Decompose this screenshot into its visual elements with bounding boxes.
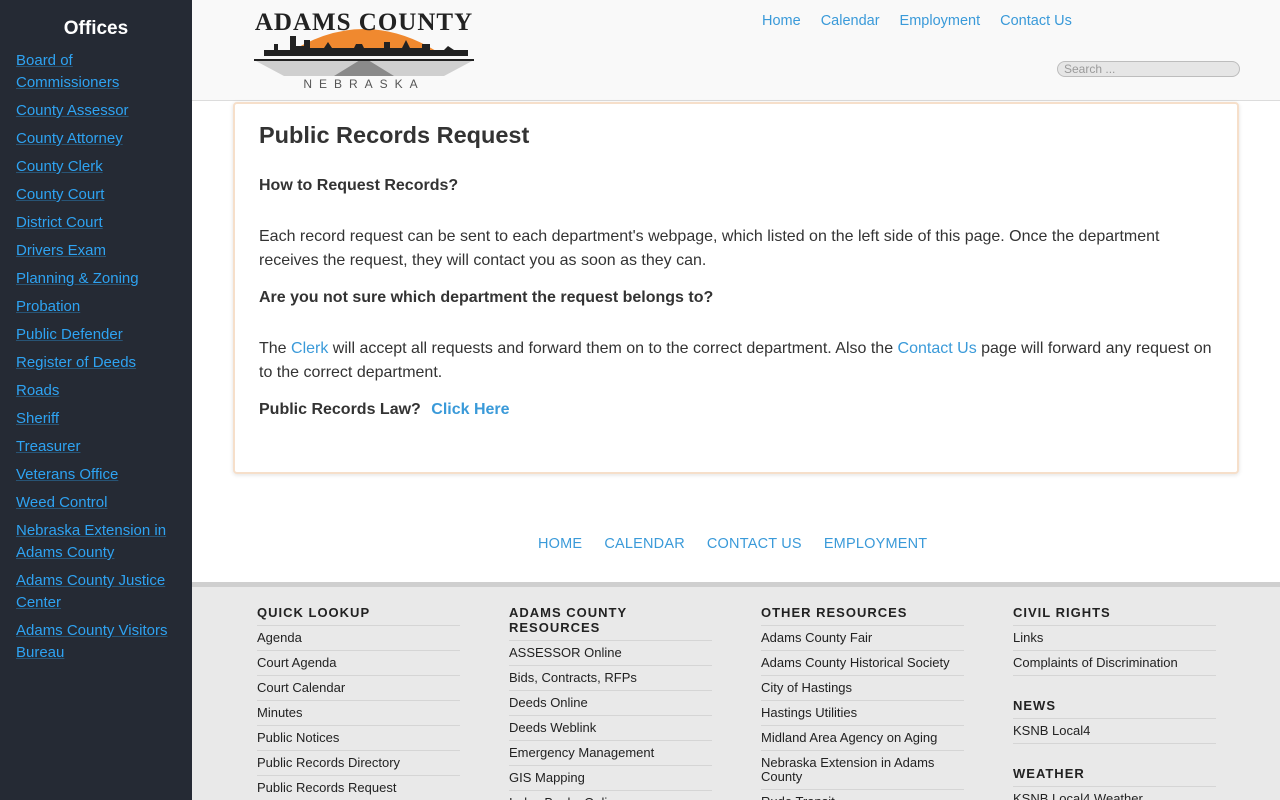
footer-link[interactable]: Public Records Request (257, 776, 460, 800)
law-label: Public Records Law? (259, 401, 421, 418)
footer-link[interactable]: Public Notices (257, 726, 460, 751)
footer-link[interactable]: Nebraska Extension in Adams County (761, 751, 964, 790)
footer-link[interactable]: City of Hastings (761, 676, 964, 701)
sidebar-item-county-court[interactable]: County Court (16, 184, 178, 206)
bottom-nav-employment[interactable]: EMPLOYMENT (824, 536, 928, 552)
footer-link[interactable]: Deeds Online (509, 691, 712, 716)
footer-link[interactable]: KSNB Local4 (1013, 719, 1216, 744)
bottom-nav: HOME CALENDAR CONTACT US EMPLOYMENT (538, 536, 949, 552)
footer-link[interactable]: Links (1013, 626, 1216, 651)
content-card: Public Records Request How to Request Re… (233, 102, 1239, 474)
footer-other-resources: OTHER RESOURCES Adams County Fair Adams … (761, 605, 964, 800)
footer-link[interactable]: Minutes (257, 701, 460, 726)
footer-link[interactable]: Court Agenda (257, 651, 460, 676)
site-footer: QUICK LOOKUP Agenda Court Agenda Court C… (192, 582, 1280, 800)
sidebar-item-veterans-office[interactable]: Veterans Office (16, 464, 178, 486)
page-title: Public Records Request (259, 122, 530, 148)
sidebar-item-county-clerk[interactable]: County Clerk (16, 156, 178, 178)
bottom-nav-calendar[interactable]: CALENDAR (604, 536, 685, 552)
click-here-link[interactable]: Click Here (431, 401, 509, 418)
footer-heading-news: NEWS (1013, 698, 1216, 719)
nav-calendar[interactable]: Calendar (821, 13, 880, 29)
text-segment: will accept all requests and forward the… (328, 340, 898, 357)
footer-link[interactable]: Rude Transit (761, 790, 964, 800)
footer-heading-weather: WEATHER (1013, 766, 1216, 787)
sidebar-item-roads[interactable]: Roads (16, 380, 178, 402)
footer-link[interactable]: Index Books Online (509, 791, 712, 800)
footer-link[interactable]: Court Calendar (257, 676, 460, 701)
public-records-law: Public Records Law? Click Here (259, 401, 1213, 419)
footer-link[interactable]: Adams County Historical Society (761, 651, 964, 676)
question-how-to-request: How to Request Records? (259, 177, 459, 194)
svg-text:ADAMS COUNTY: ADAMS COUNTY (255, 9, 473, 36)
footer-link[interactable]: Deeds Weblink (509, 716, 712, 741)
footer-link[interactable]: Bids, Contracts, RFPs (509, 666, 712, 691)
sidebar-item-sheriff[interactable]: Sheriff (16, 408, 178, 430)
nav-home[interactable]: Home (762, 13, 801, 29)
footer-link[interactable]: Agenda (257, 626, 460, 651)
sidebar-item-district-court[interactable]: District Court (16, 212, 178, 234)
sidebar-item-public-defender[interactable]: Public Defender (16, 324, 178, 346)
sidebar-item-drivers-exam[interactable]: Drivers Exam (16, 240, 178, 262)
top-nav: Home Calendar Employment Contact Us (762, 13, 1092, 29)
footer-link[interactable]: Public Records Directory (257, 751, 460, 776)
footer-link[interactable]: Adams County Fair (761, 626, 964, 651)
footer-link[interactable]: ASSESSOR Online (509, 641, 712, 666)
svg-text:NEBRASKA: NEBRASKA (303, 77, 424, 91)
footer-link[interactable]: GIS Mapping (509, 766, 712, 791)
footer-heading: OTHER RESOURCES (761, 605, 964, 626)
sidebar-item-register-of-deeds[interactable]: Register of Deeds (16, 352, 178, 374)
question-which-department: Are you not sure which department the re… (259, 289, 714, 306)
text-segment: The (259, 340, 292, 357)
footer-county-resources: ADAMS COUNTY RESOURCES ASSESSOR Online B… (509, 605, 712, 800)
sidebar-item-probation[interactable]: Probation (16, 296, 178, 318)
footer-link[interactable]: Midland Area Agency on Aging (761, 726, 964, 751)
footer-link[interactable]: Emergency Management (509, 741, 712, 766)
sidebar-title: Offices (63, 18, 129, 39)
sidebar-item-treasurer[interactable]: Treasurer (16, 436, 178, 458)
sidebar-item-justice-center[interactable]: Adams County Justice Center (16, 570, 178, 614)
sidebar-item-weed-control[interactable]: Weed Control (16, 492, 178, 514)
bottom-nav-contact-us[interactable]: CONTACT US (707, 536, 802, 552)
sidebar: Offices Board of Commissioners County As… (0, 0, 192, 800)
footer-link[interactable]: Hastings Utilities (761, 701, 964, 726)
nav-employment[interactable]: Employment (900, 13, 981, 29)
bottom-nav-home[interactable]: HOME (538, 536, 582, 552)
site-header: ADAMS COUNTY NEBRASKA Home Calendar Empl… (192, 0, 1280, 101)
nav-contact-us[interactable]: Contact Us (1000, 13, 1072, 29)
footer-heading: QUICK LOOKUP (257, 605, 460, 626)
search-input[interactable] (1057, 61, 1240, 77)
sidebar-item-county-assessor[interactable]: County Assessor (16, 100, 178, 122)
footer-link[interactable]: KSNB Local4 Weather (1013, 787, 1216, 800)
sidebar-item-board-of-commissioners[interactable]: Board of Commissioners (16, 50, 178, 94)
sidebar-item-county-attorney[interactable]: County Attorney (16, 128, 178, 150)
footer-heading: ADAMS COUNTY RESOURCES (509, 605, 712, 641)
sidebar-item-planning-zoning[interactable]: Planning & Zoning (16, 268, 178, 290)
footer-link[interactable]: Complaints of Discrimination (1013, 651, 1216, 676)
sidebar-item-nebraska-extension[interactable]: Nebraska Extension in Adams County (16, 520, 178, 564)
paragraph-clerk-info: The Clerk will accept all requests and f… (259, 337, 1213, 385)
footer-civil-rights: CIVIL RIGHTS Links Complaints of Discrim… (1013, 605, 1216, 800)
contact-us-link[interactable]: Contact Us (898, 340, 977, 357)
footer-heading: CIVIL RIGHTS (1013, 605, 1216, 626)
clerk-link[interactable]: Clerk (291, 340, 328, 357)
adams-county-logo[interactable]: ADAMS COUNTY NEBRASKA (244, 6, 484, 92)
paragraph-request-info: Each record request can be sent to each … (259, 228, 1160, 269)
sidebar-list: Board of Commissioners County Assessor C… (0, 50, 192, 664)
footer-quick-lookup: QUICK LOOKUP Agenda Court Agenda Court C… (257, 605, 460, 800)
sidebar-item-visitors-bureau[interactable]: Adams County Visitors Bureau (16, 620, 178, 664)
